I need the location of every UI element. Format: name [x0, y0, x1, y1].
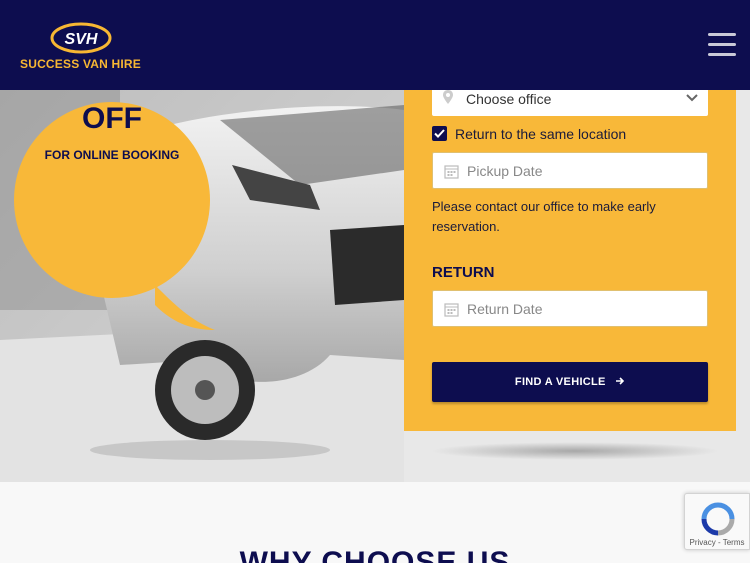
- recaptcha-badge[interactable]: Privacy - Terms: [684, 493, 750, 550]
- same-location-row[interactable]: Return to the same location: [432, 124, 712, 144]
- brand-name: SUCCESS VAN HIRE: [20, 57, 141, 71]
- arrow-right-icon: [616, 377, 625, 385]
- same-location-checkbox[interactable]: [432, 126, 447, 141]
- svg-text:SVH: SVH: [65, 31, 98, 48]
- find-vehicle-label: FIND A VEHICLE: [514, 376, 606, 388]
- brand-logo[interactable]: SVH SUCCESS VAN HIRE: [20, 22, 145, 72]
- discount-subtitle: FOR ONLINE BOOKING: [44, 148, 180, 162]
- site-header: SVH SUCCESS VAN HIRE: [0, 0, 750, 90]
- badge-tail: [155, 285, 215, 330]
- find-vehicle-button[interactable]: FIND A VEHICLE: [432, 362, 708, 402]
- hamburger-menu-icon[interactable]: [708, 33, 736, 59]
- booking-form: Choose office Return to the same locatio…: [404, 90, 736, 431]
- same-location-label: Return to the same location: [455, 126, 627, 142]
- return-date-input[interactable]: Return Date: [432, 290, 708, 327]
- pickup-date-placeholder: Pickup Date: [467, 163, 543, 179]
- office-select-value: Choose office: [466, 91, 552, 107]
- return-date-placeholder: Return Date: [467, 301, 543, 317]
- hero-section: OFF FOR ONLINE BOOKING Choose office Ret…: [0, 90, 750, 482]
- checkmark-icon: [434, 129, 445, 138]
- why-choose-us-section: WHY CHOOSE US: [0, 482, 750, 563]
- form-shadow: [430, 442, 720, 460]
- discount-off-text: OFF: [82, 102, 142, 135]
- reservation-note: Please contact our office to make early …: [432, 199, 656, 234]
- find-vehicle-label-wrap: FIND A VEHICLE: [432, 376, 708, 388]
- map-pin-icon: [443, 90, 453, 104]
- section-title: WHY CHOOSE US: [239, 546, 511, 563]
- recaptcha-links[interactable]: Privacy - Terms: [685, 538, 749, 547]
- chevron-down-icon: [686, 94, 698, 102]
- discount-badge: OFF FOR ONLINE BOOKING: [14, 102, 210, 298]
- recaptcha-icon: [701, 502, 735, 536]
- calendar-icon: [444, 303, 459, 317]
- return-heading: RETURN: [432, 264, 495, 281]
- pickup-date-input[interactable]: Pickup Date: [432, 152, 708, 189]
- calendar-icon: [444, 165, 459, 179]
- svh-logo-mark: SVH: [50, 22, 112, 54]
- office-select[interactable]: Choose office: [432, 90, 708, 116]
